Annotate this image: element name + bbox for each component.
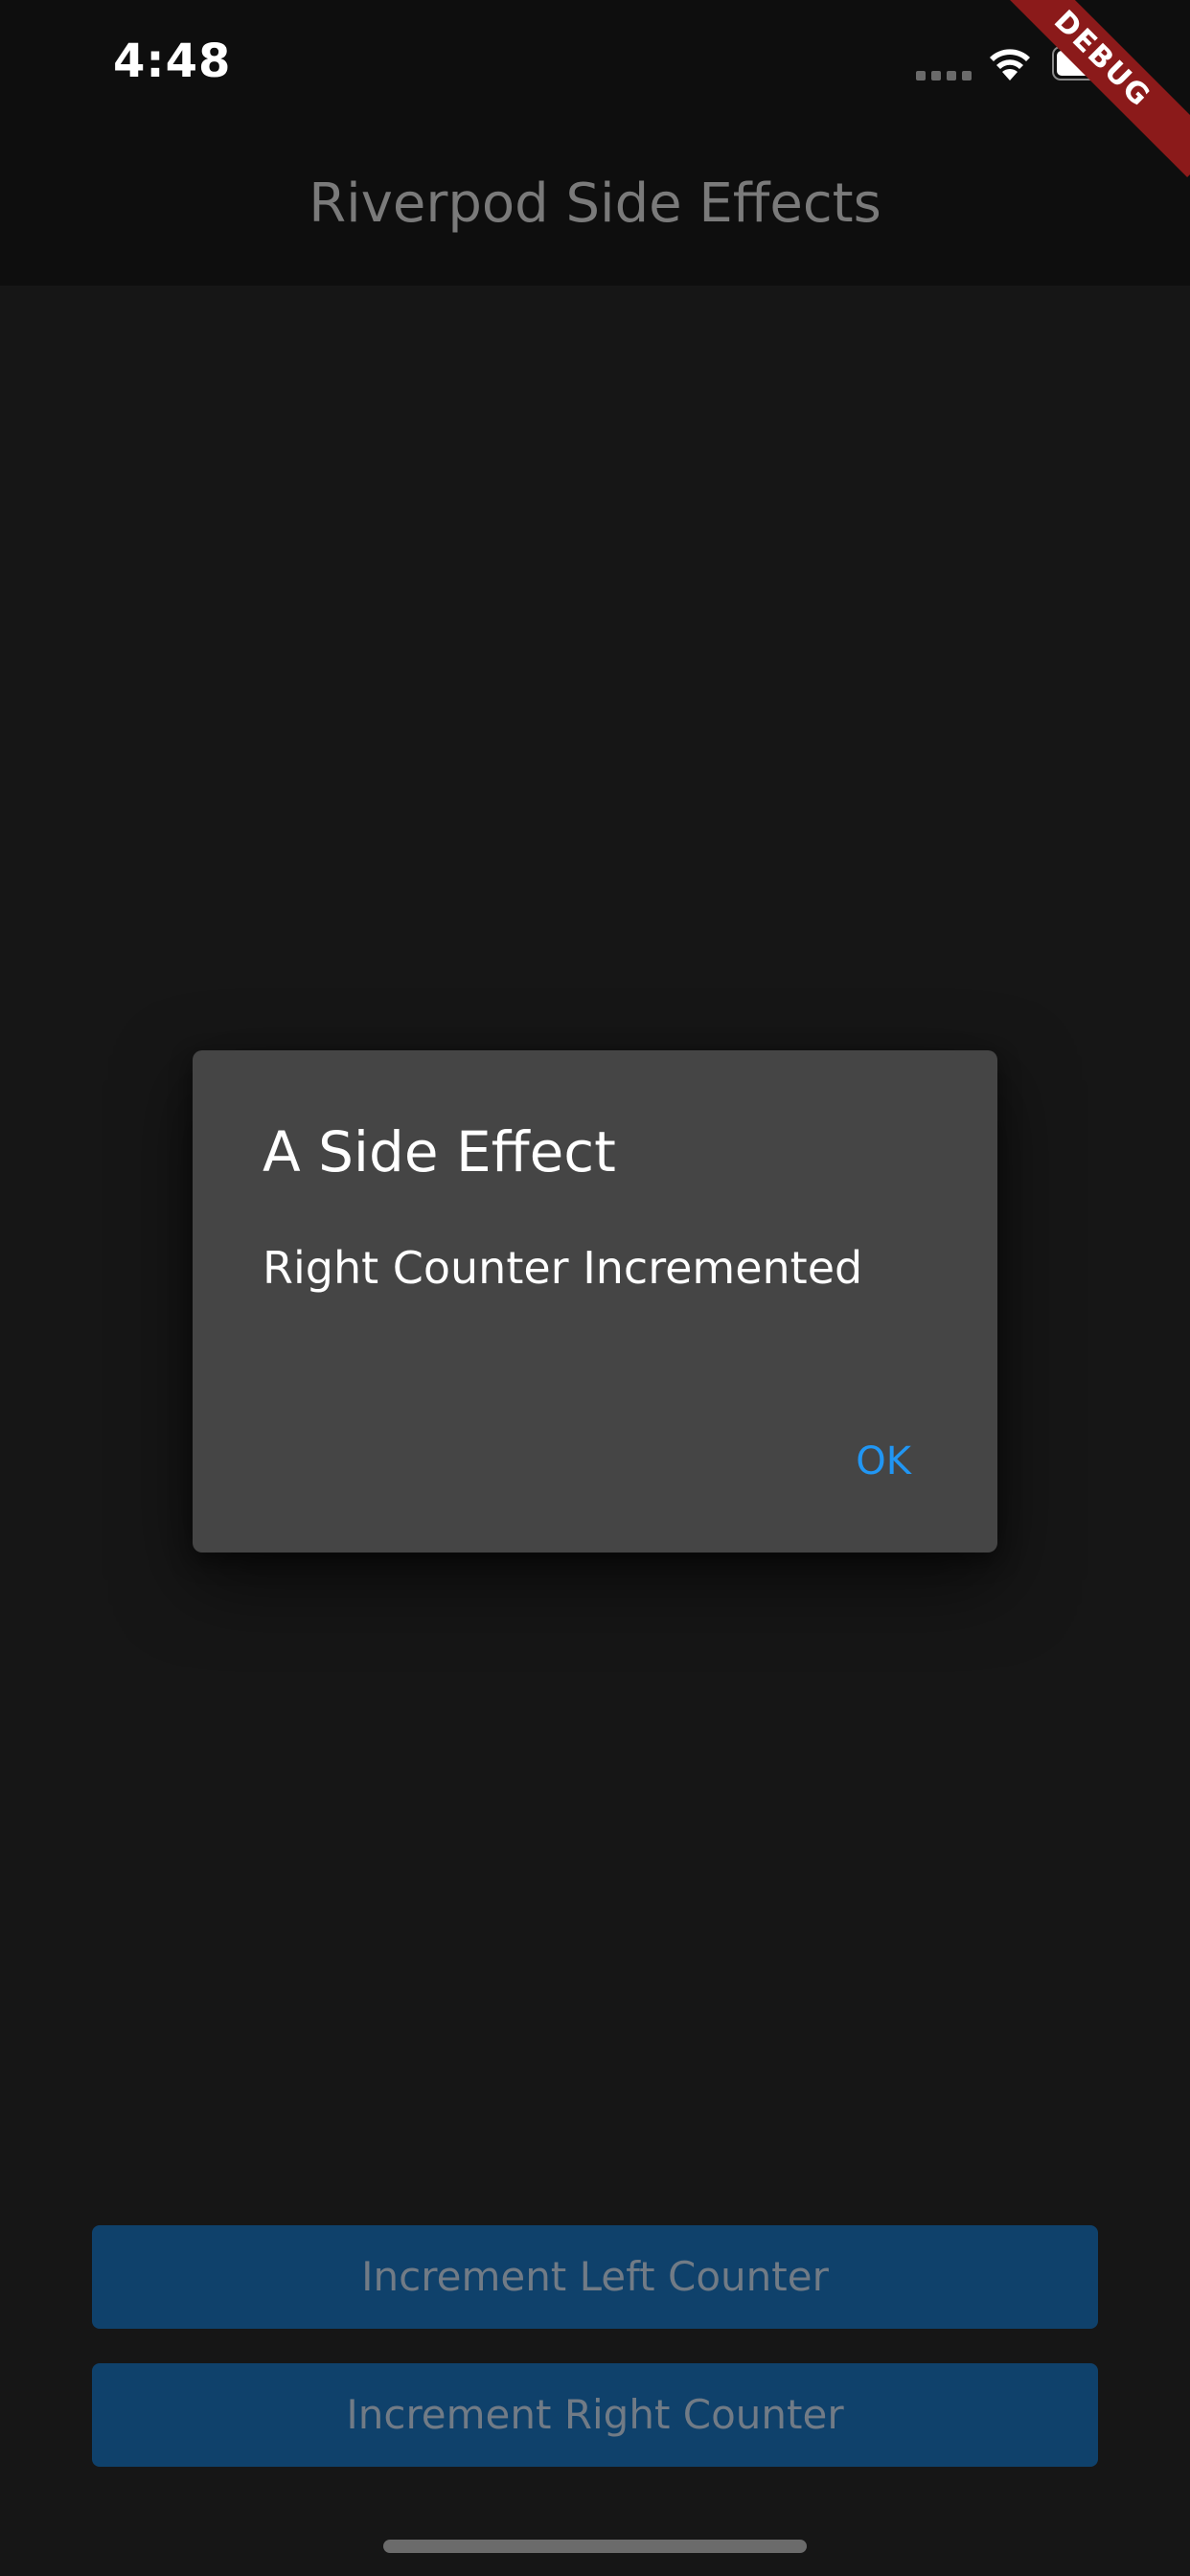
app-screen: 4:48 DEBUG Riverpod Side Effects A Side … [0, 0, 1190, 2576]
ok-button[interactable]: OK [836, 1428, 930, 1495]
alert-dialog: A Side Effect Right Counter Incremented … [193, 1050, 997, 1552]
increment-right-counter-button[interactable]: Increment Right Counter [92, 2363, 1098, 2467]
dialog-message: Right Counter Incremented [263, 1242, 863, 1294]
app-bar: 4:48 DEBUG Riverpod Side Effects [0, 0, 1190, 286]
wifi-icon [990, 49, 1030, 80]
signal-icon [916, 71, 972, 80]
increment-left-counter-button[interactable]: Increment Left Counter [92, 2225, 1098, 2329]
debug-banner: DEBUG [983, 0, 1190, 178]
home-indicator[interactable] [383, 2540, 807, 2553]
status-time: 4:48 [113, 34, 232, 88]
page-title: Riverpod Side Effects [309, 172, 881, 235]
dialog-title: A Side Effect [263, 1119, 616, 1184]
